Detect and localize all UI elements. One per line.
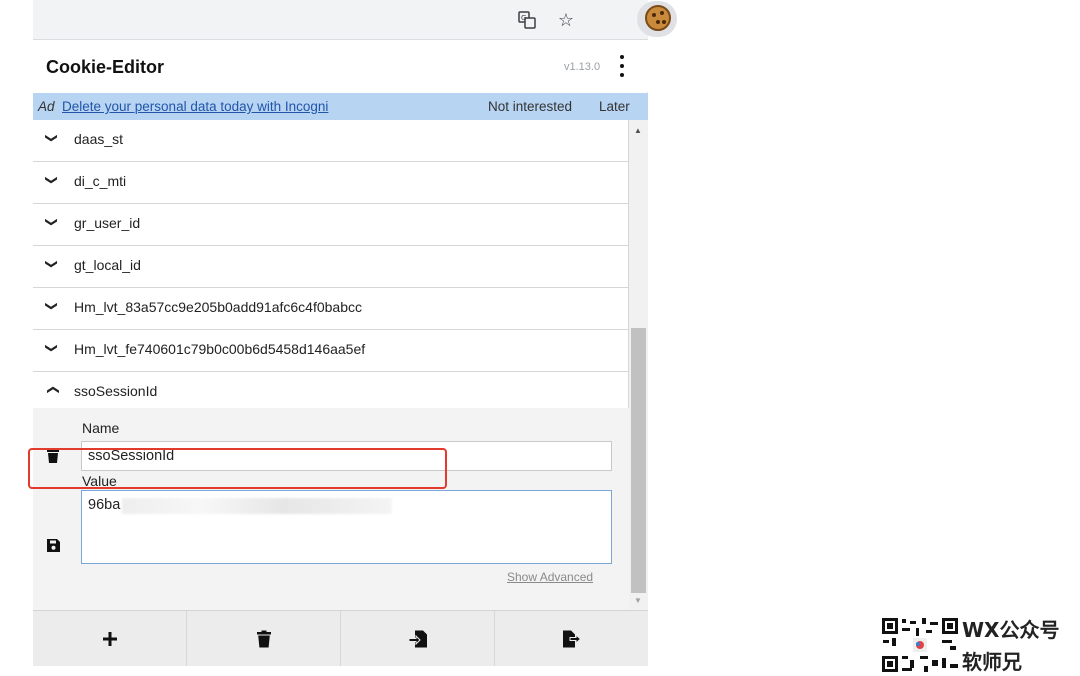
- scroll-up-arrow-icon[interactable]: ▲: [634, 126, 642, 135]
- name-label: Name: [82, 420, 120, 436]
- delete-all-icon: [256, 630, 271, 647]
- show-advanced-link[interactable]: Show Advanced: [507, 570, 593, 584]
- cookie-name: Hm_lvt_fe740601c79b0c00b6d5458d146aa5ef: [74, 341, 366, 357]
- save-icon[interactable]: [47, 539, 60, 552]
- value-text: 96ba: [88, 497, 121, 513]
- cookie-name: daas_st: [74, 131, 124, 147]
- popup-header: Cookie-Editor v1.13.0: [33, 40, 648, 92]
- action-bar: [33, 610, 648, 666]
- translate-icon[interactable]: G: [516, 9, 538, 31]
- chevron-down-icon: ❯: [45, 216, 60, 228]
- cookie-name: ssoSessionId: [74, 383, 158, 399]
- cookie-list: ❯ daas_st ❯ di_c_mti ❯ gr_user_id ❯ gt_l…: [33, 120, 629, 414]
- cookie-row[interactable]: ❯ daas_st: [33, 120, 629, 162]
- cookie-name: Hm_lvt_83a57cc9e205b0add91afc6c4f0babcc: [74, 299, 362, 315]
- add-cookie-button[interactable]: [33, 611, 187, 666]
- highlight-box: [28, 448, 447, 489]
- cookie-row[interactable]: ❯ di_c_mti: [33, 162, 629, 204]
- watermark-line1: WX公众号: [962, 618, 1060, 642]
- chevron-down-icon: ❯: [45, 132, 60, 144]
- cookie-name: gt_local_id: [74, 257, 141, 273]
- more-menu-icon[interactable]: [617, 55, 627, 77]
- cookie-row[interactable]: ❯ Hm_lvt_fe740601c79b0c00b6d5458d146aa5e…: [33, 330, 629, 372]
- scrollbar[interactable]: ▲ ▼: [629, 120, 648, 610]
- qr-code-icon: [880, 616, 960, 674]
- cookie-extension-icon[interactable]: [645, 5, 671, 31]
- ad-link[interactable]: Delete your personal data today with Inc…: [62, 93, 328, 120]
- scroll-down-arrow-icon[interactable]: ▼: [634, 596, 642, 605]
- chevron-down-icon: ❯: [45, 300, 60, 312]
- chevron-up-icon: ❯: [45, 384, 60, 396]
- later-button[interactable]: Later: [599, 93, 630, 120]
- svg-text:G: G: [521, 14, 526, 22]
- export-icon: [562, 630, 581, 647]
- chevron-down-icon: ❯: [45, 258, 60, 270]
- add-icon: [102, 631, 117, 646]
- app-title: Cookie-Editor: [46, 57, 165, 77]
- import-icon: [408, 630, 427, 647]
- scrollbar-thumb[interactable]: [631, 328, 646, 593]
- cookie-row[interactable]: ❯ gr_user_id: [33, 204, 629, 246]
- redacted-value: [122, 498, 392, 514]
- version-label: v1.13.0: [564, 61, 601, 73]
- delete-all-button[interactable]: [187, 611, 341, 666]
- ad-label: Ad: [38, 99, 55, 114]
- value-field[interactable]: 96ba: [81, 490, 612, 564]
- browser-toolbar: G ☆: [33, 0, 677, 40]
- bookmark-star-icon[interactable]: ☆: [555, 9, 577, 31]
- cookie-name: gr_user_id: [74, 215, 141, 231]
- cookie-detail-panel: Name ssoSessionId Value 96ba Show Advanc…: [33, 408, 629, 610]
- cookie-name: di_c_mti: [74, 173, 127, 189]
- not-interested-button[interactable]: Not interested: [488, 93, 572, 120]
- cookie-row[interactable]: ❯ Hm_lvt_83a57cc9e205b0add91afc6c4f0babc…: [33, 288, 629, 330]
- ad-banner: Ad Delete your personal data today with …: [33, 93, 648, 120]
- chevron-down-icon: ❯: [45, 174, 60, 186]
- watermark: WX公众号 软师兄: [880, 614, 1080, 676]
- watermark-line2: 软师兄: [962, 650, 1022, 674]
- cookie-editor-popup: Cookie-Editor v1.13.0 Ad Delete your per…: [33, 40, 648, 666]
- cookie-row[interactable]: ❯ gt_local_id: [33, 246, 629, 288]
- chevron-down-icon: ❯: [45, 342, 60, 354]
- export-button[interactable]: [495, 611, 648, 666]
- import-button[interactable]: [341, 611, 495, 666]
